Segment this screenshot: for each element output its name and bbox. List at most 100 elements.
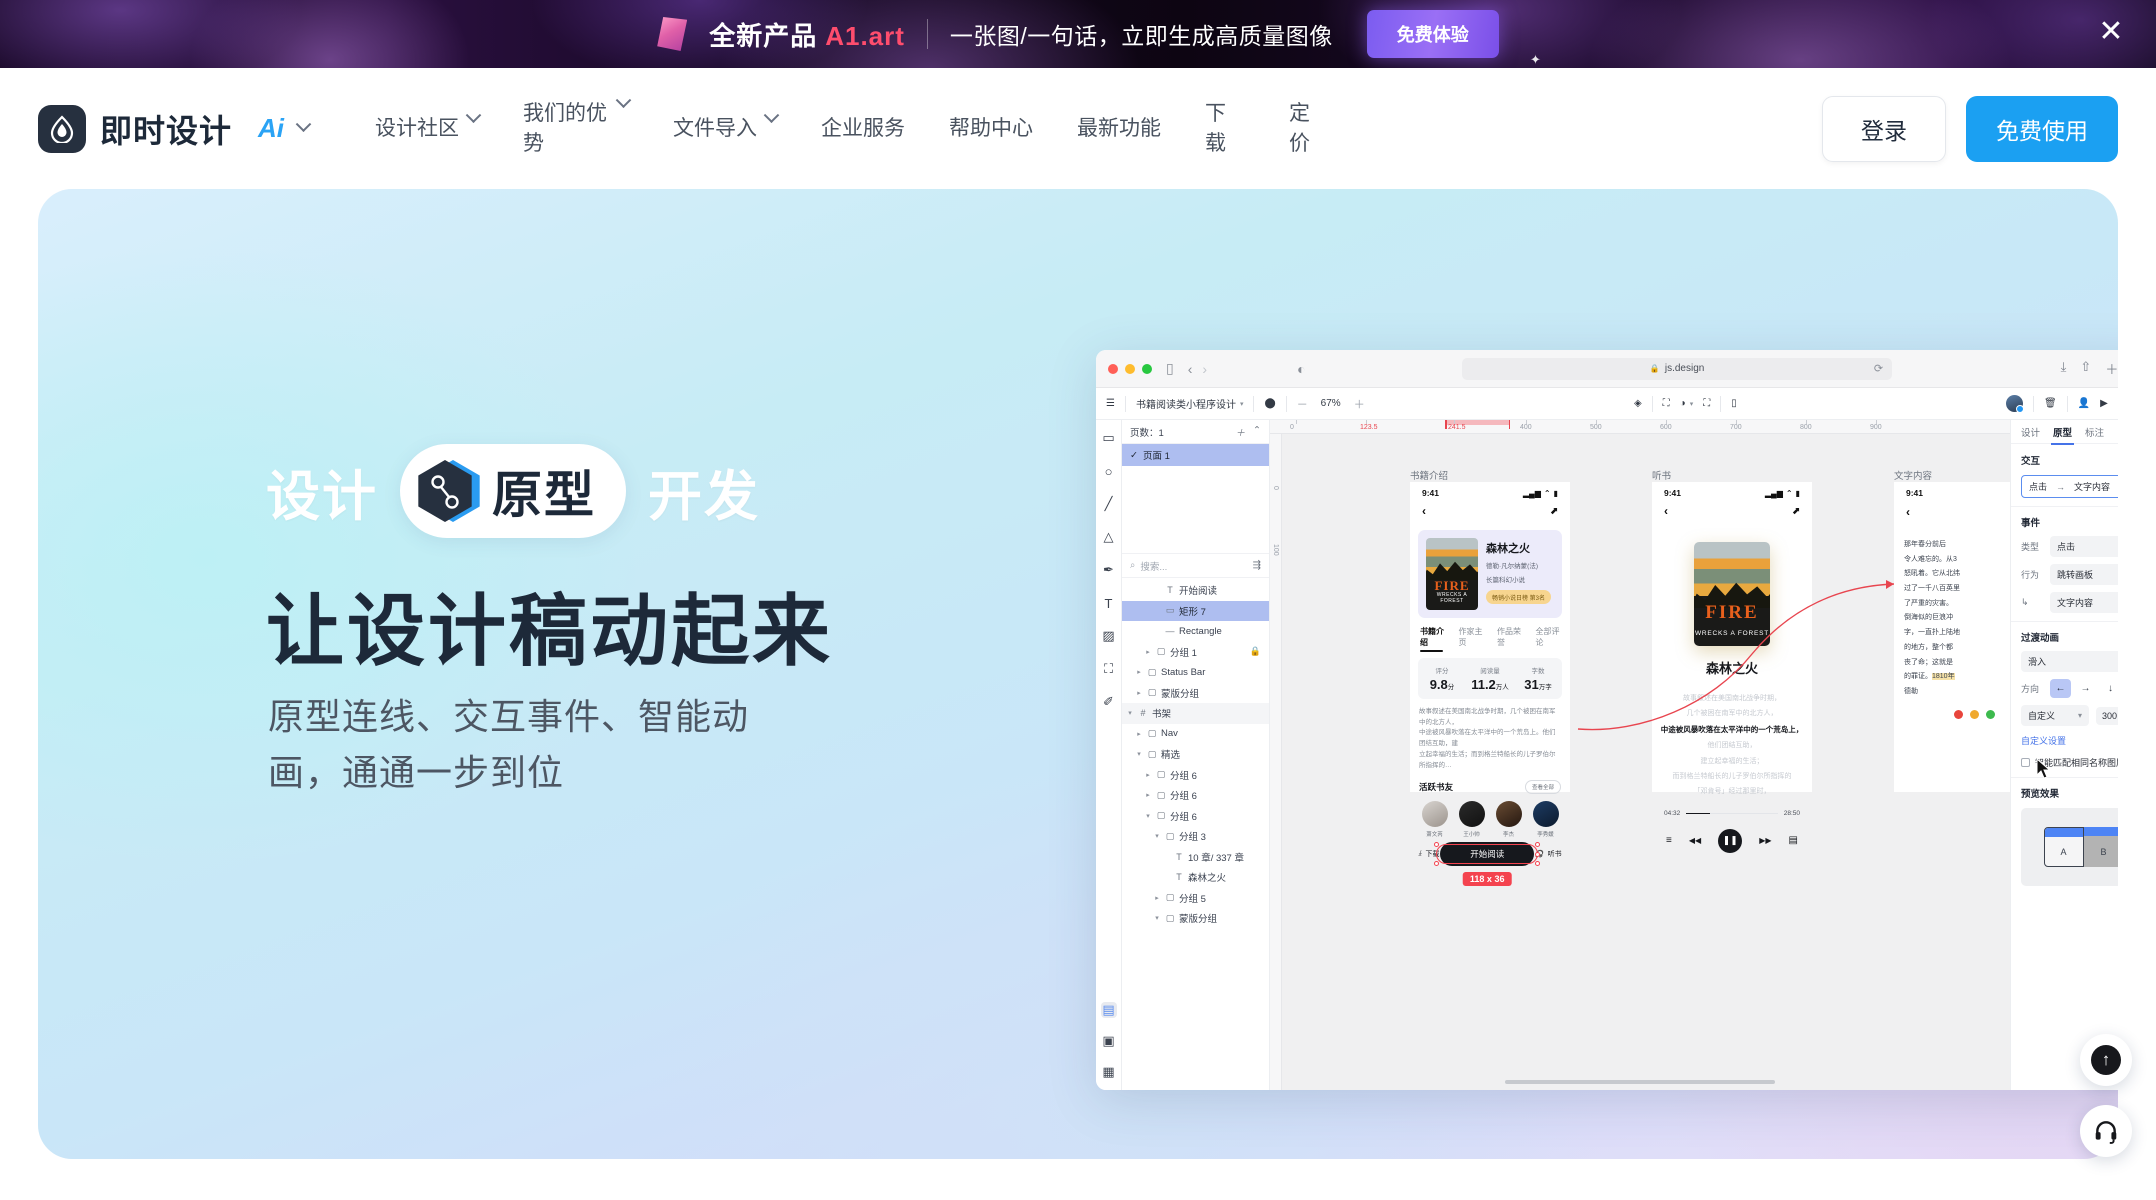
close-window-icon[interactable] (1108, 363, 1118, 374)
event-target-select[interactable]: 文字内容▾ (2050, 592, 2118, 613)
layer-twisty-icon[interactable]: ▸ (1153, 894, 1161, 902)
nav-item-our-advantages[interactable]: 我们的优势 (501, 92, 651, 159)
maximize-window-icon[interactable] (1142, 363, 1152, 374)
close-icon[interactable]: ✕ (2094, 17, 2128, 51)
tab-reviews[interactable]: 全部评论 (1536, 626, 1561, 648)
frame-icon[interactable]: ⛶ (1663, 398, 1670, 409)
nav-item-design-community[interactable]: 设计社区 (353, 107, 501, 144)
nav-item-pricing[interactable]: 定价 (1267, 99, 1351, 159)
reload-icon[interactable]: ⟳ (1874, 362, 1883, 375)
page-item[interactable]: ✓ 页面 1 (1122, 444, 1269, 466)
event-type-select[interactable]: 点击▾ (2050, 536, 2118, 557)
friend-item[interactable]: 萧文芮 (1421, 801, 1448, 838)
layer-row[interactable]: T 开始阅读 (1122, 580, 1269, 601)
sidebar-icon[interactable]: ▯ (1166, 360, 1174, 377)
layer-row[interactable]: ▸ ▢ 分组 6 (1122, 765, 1269, 786)
layer-twisty-icon[interactable]: ▾ (1135, 750, 1143, 758)
play-icon[interactable]: ▶ (2100, 398, 2108, 409)
prototype-icon[interactable]: ◈ (1634, 398, 1642, 409)
chevron-down-icon[interactable] (295, 116, 312, 133)
layer-row[interactable]: ▾ ▢ 蒙版分组 (1122, 908, 1269, 929)
layer-twisty-icon[interactable]: ▸ (1135, 730, 1143, 738)
line-tool[interactable]: ╱ (1101, 496, 1117, 512)
nav-item-file-import[interactable]: 文件导入 (651, 107, 799, 144)
direction-left-button[interactable]: ← (2050, 679, 2071, 698)
frame-book-intro[interactable]: 书籍介绍 9:41 ▂▄▆ ⌃ ▮ ‹ ⬈ FIRE WRECKS A FORE… (1410, 471, 1570, 887)
layers-panel-icon[interactable]: ▤ (1100, 1002, 1117, 1018)
layer-row[interactable]: ▸ ▢ Status Bar (1122, 662, 1269, 683)
frame-text-content[interactable]: 文字内容 9:41 ▂▄▆ ‹ ☾ 那年春分前后令人难忘的。从3 怒吼着。它从北纬… (1894, 471, 2010, 792)
color-dot-green[interactable] (1985, 709, 1995, 719)
layer-row[interactable]: — Rectangle (1122, 621, 1269, 642)
zoom-out-button[interactable]: － (1297, 396, 1308, 412)
rectangle-tool[interactable]: ▭ (1101, 430, 1117, 446)
layer-twisty-icon[interactable]: ▸ (1144, 791, 1152, 799)
image-tool[interactable]: ▨ (1101, 628, 1117, 644)
fullscreen-icon[interactable]: ⛶ (1703, 398, 1710, 409)
next-icon[interactable]: ▶▶ (1759, 836, 1771, 845)
audio-progress-track[interactable] (1686, 812, 1778, 815)
nav-item-help-center[interactable]: 帮助中心 (927, 114, 1055, 144)
layer-row[interactable]: ▸ ▢ 蒙版分组 (1122, 683, 1269, 704)
window-controls[interactable] (1108, 363, 1152, 374)
external-link-icon[interactable]: ⬈ (1550, 506, 1558, 517)
layers-search[interactable]: ⌕ 搜索... ⇶ (1122, 554, 1269, 578)
component-icon[interactable]: ◑ ▾ (1680, 398, 1694, 409)
layer-twisty-icon[interactable]: ▸ (1144, 771, 1152, 779)
hamburger-icon[interactable]: ☰ (1106, 398, 1115, 409)
device-icon[interactable]: ▯ (1731, 398, 1737, 409)
layer-twisty-icon[interactable]: ▾ (1153, 832, 1161, 840)
nav-item-new-features[interactable]: 最新功能 (1055, 114, 1183, 144)
nav-item-download[interactable]: 下载 (1183, 99, 1267, 159)
plus-icon[interactable]: ＋ (2105, 359, 2118, 378)
invite-icon[interactable]: 👤 (2078, 398, 2090, 409)
layer-twisty-icon[interactable]: ▾ (1144, 812, 1152, 820)
tab-awards[interactable]: 作品荣誉 (1497, 626, 1522, 648)
layer-row[interactable]: ▾ ▢ 分组 6 (1122, 806, 1269, 827)
animation-type-select[interactable]: 滑入▾ (2021, 651, 2118, 672)
audio-progress[interactable]: 04:32 28:50 (1664, 810, 1800, 817)
filter-icon[interactable]: ⇶ (1253, 560, 1261, 571)
book-icon[interactable]: ▤ (1789, 835, 1798, 846)
user-avatar[interactable] (2005, 395, 2024, 413)
layer-row[interactable]: T 森林之火 (1122, 867, 1269, 888)
chevron-right-icon[interactable]: › (1202, 361, 1207, 377)
ellipse-tool[interactable]: ○ (1101, 463, 1117, 479)
tab-design[interactable]: 设计 (2021, 425, 2040, 439)
chevron-left-icon[interactable]: ‹ (1422, 504, 1426, 518)
layer-row[interactable]: ▾ ▢ 精选 (1122, 744, 1269, 765)
pen-tool[interactable]: ✒ (1101, 562, 1117, 578)
friend-item[interactable]: 王小帅 (1458, 801, 1485, 838)
layer-twisty-icon[interactable]: ▸ (1135, 689, 1143, 697)
file-name-dropdown[interactable]: 书籍阅读类小程序设计 ▾ (1136, 396, 1244, 411)
scroll-to-top-button[interactable]: ↑ (2080, 1034, 2132, 1086)
friend-item[interactable]: 李杰 (1495, 801, 1522, 838)
zoom-in-button[interactable]: ＋ (1354, 396, 1365, 412)
polygon-tool[interactable]: △ (1101, 529, 1117, 545)
shield-icon[interactable]: ◐ (1297, 361, 1305, 377)
brand-logo[interactable]: 即时设计 (38, 104, 232, 153)
layer-row[interactable]: ▸ ▢ 分组 5 (1122, 888, 1269, 909)
design-canvas[interactable]: 0 123.5 241.5 400 500 600 700 800 900 0 100 书籍介绍… (1270, 420, 2010, 1090)
frame-audio-book[interactable]: 听书 9:41 ▂▄▆ ⌃ ▮ ‹ ⬈ FIRE WRECKS A FOREST… (1652, 471, 1812, 853)
layer-twisty-icon[interactable]: ▾ (1126, 709, 1134, 717)
promo-cta-button[interactable]: 免费体验 (1366, 10, 1499, 58)
layer-row[interactable]: ▾ ▢ 分组 3 (1122, 826, 1269, 847)
prev-icon[interactable]: ◀◀ (1689, 836, 1701, 845)
layer-twisty-icon[interactable]: ▸ (1144, 648, 1152, 656)
layer-twisty-icon[interactable]: ▸ (1135, 668, 1143, 676)
login-button[interactable]: 登录 (1822, 95, 1946, 162)
chevron-left-icon[interactable]: ‹ (1906, 505, 1910, 519)
chevron-left-icon[interactable]: ‹ (1188, 361, 1193, 377)
minimize-window-icon[interactable] (1125, 363, 1135, 374)
duration-input[interactable]: 300ms (2096, 706, 2118, 725)
view-all-friends-button[interactable]: 查看全部 (1524, 780, 1561, 795)
support-button[interactable] (2080, 1105, 2132, 1157)
pause-icon[interactable]: ❚❚ (1718, 828, 1743, 853)
tab-author-page[interactable]: 作家主页 (1459, 626, 1484, 648)
external-link-icon[interactable]: ⬈ (1792, 506, 1800, 517)
custom-settings-link[interactable]: 自定义设置 (2021, 734, 2066, 747)
chevron-up-icon[interactable]: ⌃ (1253, 425, 1261, 439)
browser-url-bar[interactable]: 🔒 js.design ⟳ (1462, 357, 1893, 380)
layer-row[interactable]: ▾ # 书架 (1122, 703, 1269, 724)
